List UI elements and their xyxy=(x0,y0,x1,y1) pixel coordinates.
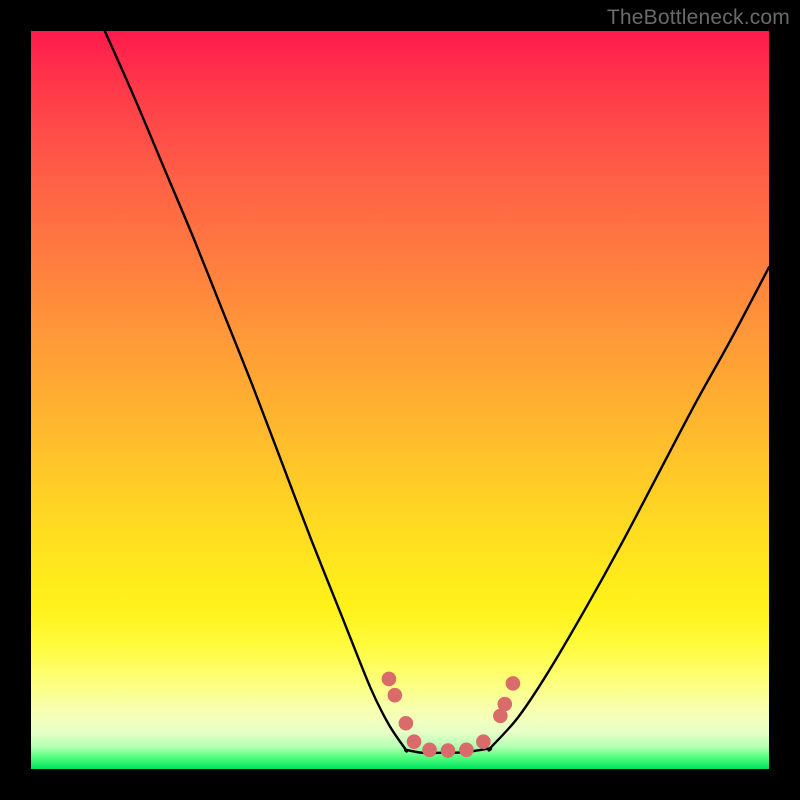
data-point-marker xyxy=(506,676,521,691)
data-point-marker xyxy=(422,743,437,758)
plot-area xyxy=(31,31,769,769)
data-point-marker xyxy=(497,697,512,712)
chart-frame: TheBottleneck.com xyxy=(0,0,800,800)
curve-path xyxy=(105,31,769,753)
bottleneck-curve xyxy=(31,31,769,769)
data-point-marker xyxy=(476,734,491,749)
watermark-text: TheBottleneck.com xyxy=(607,6,790,30)
data-point-marker xyxy=(399,716,414,731)
data-point-marker xyxy=(441,743,456,758)
data-point-marker xyxy=(459,743,474,758)
data-point-marker xyxy=(382,672,397,687)
data-point-marker xyxy=(388,688,403,703)
data-point-marker xyxy=(407,734,422,749)
